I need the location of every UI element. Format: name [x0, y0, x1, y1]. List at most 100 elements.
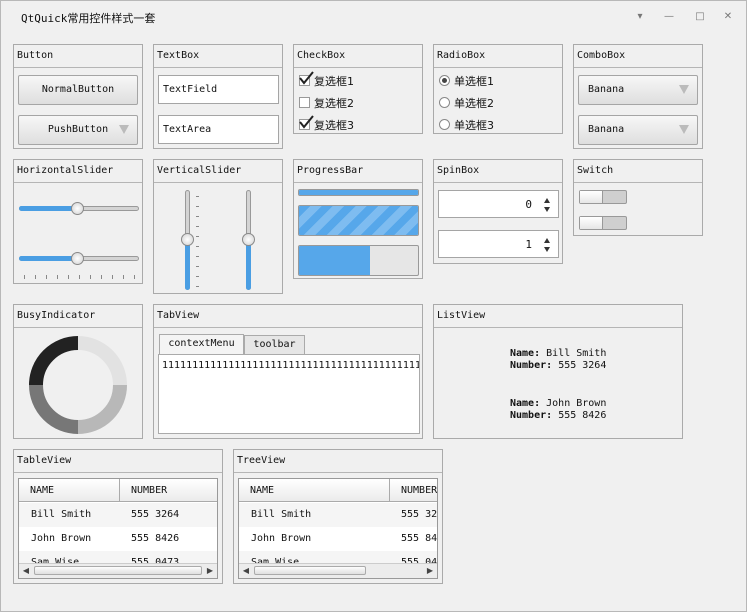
spin-down-icon[interactable]: [544, 247, 550, 252]
vslider-1-handle[interactable]: [181, 233, 194, 246]
tableview-group-title: TableView: [14, 450, 222, 473]
progressbar-group-title: ProgressBar: [294, 160, 422, 183]
radio-1-label: 单选框1: [454, 75, 494, 88]
hslider-2-fill: [19, 256, 79, 261]
tree-header-name[interactable]: NAME: [239, 479, 390, 502]
checkbox-group: CheckBox 复选框1 复选框2 复选框3: [293, 44, 423, 134]
text-area[interactable]: TextArea: [158, 115, 279, 144]
hslider-1-handle[interactable]: [71, 202, 84, 215]
scrollbar-thumb[interactable]: [34, 566, 202, 575]
tree-cell-name: Bill Smith: [251, 509, 312, 520]
progressbar-1-fill: [299, 190, 418, 195]
table-cell-number: 555 8426: [131, 533, 180, 544]
tableview-table: NAME NUMBER Bill Smith 555 3264 John Bro…: [18, 478, 218, 579]
vslider-2-handle[interactable]: [242, 233, 255, 246]
list-item[interactable]: Name: Bill Smith Number: 555 3264: [510, 348, 606, 372]
list-item-number-key: Number:: [510, 410, 553, 421]
tab-contextmenu[interactable]: contextMenu: [159, 334, 244, 354]
textbox-group-title: TextBox: [154, 45, 282, 68]
progressbar-2-fill: [299, 206, 418, 235]
scroll-left-icon[interactable]: ◀: [239, 564, 253, 577]
listview-group: ListView Name: Bill Smith Number: 555 32…: [433, 304, 683, 439]
push-button[interactable]: PushButton: [18, 115, 138, 145]
radio-2[interactable]: [439, 97, 450, 108]
tree-cell-number: 555 8426: [401, 533, 438, 544]
menu-dropdown-icon[interactable]: ▾: [630, 7, 650, 27]
combobox-group-title: ComboBox: [574, 45, 702, 68]
spin-down-icon[interactable]: [544, 207, 550, 212]
table-header-name[interactable]: NAME: [19, 479, 120, 502]
spin-up-icon[interactable]: [544, 198, 550, 203]
table-cell-number: 555 3264: [131, 509, 180, 520]
scroll-left-icon[interactable]: ◀: [19, 564, 33, 577]
textbox-group: TextBox TextField TextArea: [153, 44, 283, 149]
switch-1[interactable]: [579, 190, 627, 204]
radiobox-group: RadioBox 单选框1 单选框2 单选框3: [433, 44, 563, 134]
tree-horizontal-scrollbar[interactable]: ◀ ▶: [239, 563, 437, 578]
combobox-1-value: Banana: [588, 84, 625, 95]
main-window: QtQuick常用控件样式一套 ▾ — □ ✕ Button NormalBut…: [0, 0, 747, 612]
vslider-group: VerticalSlider: [153, 159, 283, 294]
switch-2[interactable]: [579, 216, 627, 230]
list-item[interactable]: Name: John Brown Number: 555 8426: [510, 398, 606, 422]
combobox-2[interactable]: Banana: [578, 115, 698, 145]
spinbox-1[interactable]: 0: [438, 190, 559, 218]
treeview-table: NAME NUMBER Bill Smith 555 3264 John Bro…: [238, 478, 438, 579]
treeview-group-title: TreeView: [234, 450, 442, 473]
radio-3[interactable]: [439, 119, 450, 130]
combobox-group: ComboBox Banana Banana: [573, 44, 703, 149]
list-item-name: Bill Smith: [546, 348, 607, 359]
table-header-number[interactable]: NUMBER: [120, 479, 217, 502]
checkbox-1-label: 复选框1: [314, 75, 354, 88]
table-row[interactable]: Bill Smith 555 3264: [19, 503, 217, 527]
chevron-down-icon: [119, 125, 129, 134]
scroll-right-icon[interactable]: ▶: [203, 564, 217, 577]
list-item-number-key: Number:: [510, 360, 553, 371]
minimize-icon[interactable]: —: [659, 7, 679, 27]
table-row[interactable]: John Brown 555 8426: [19, 527, 217, 551]
checkbox-1[interactable]: [299, 71, 314, 86]
table-horizontal-scrollbar[interactable]: ◀ ▶: [19, 563, 217, 578]
tab-content-text: 1111111111111111111111111111111111111111…: [162, 360, 419, 371]
hslider-2-handle[interactable]: [71, 252, 84, 265]
checkbox-3[interactable]: [299, 115, 314, 130]
switch-1-knob: [580, 191, 603, 203]
hslider-1-fill: [19, 206, 79, 211]
vslider-group-title: VerticalSlider: [154, 160, 282, 183]
checkmark-icon: [299, 115, 314, 129]
treeview-group: TreeView NAME NUMBER Bill Smith 555 3264…: [233, 449, 443, 584]
tabview-group: TabView contextMenu toolbar 111111111111…: [153, 304, 423, 439]
list-item-name: John Brown: [546, 398, 607, 409]
switch-group-title: Switch: [574, 160, 702, 183]
close-icon[interactable]: ✕: [718, 7, 738, 27]
scrollbar-thumb[interactable]: [254, 566, 366, 575]
spinbox-2-value: 1: [525, 238, 532, 251]
spin-up-icon[interactable]: [544, 238, 550, 243]
tree-row[interactable]: Bill Smith 555 3264: [239, 503, 437, 527]
combobox-1[interactable]: Banana: [578, 75, 698, 105]
tab-toolbar[interactable]: toolbar: [244, 335, 305, 354]
tab-content-panel: 1111111111111111111111111111111111111111…: [158, 354, 420, 434]
push-button-label: PushButton: [47, 124, 109, 135]
listview-group-title: ListView: [434, 305, 682, 328]
maximize-icon[interactable]: □: [690, 7, 710, 27]
tree-header-number[interactable]: NUMBER: [390, 479, 437, 502]
normal-button[interactable]: NormalButton: [18, 75, 138, 105]
radio-1[interactable]: [439, 75, 450, 86]
switch-group: Switch: [573, 159, 703, 236]
busy-group: BusyIndicator: [13, 304, 143, 439]
checkmark-icon: [299, 71, 314, 85]
window-title: QtQuick常用控件样式一套: [21, 12, 156, 25]
spinbox-2[interactable]: 1: [438, 230, 559, 258]
busy-group-title: BusyIndicator: [14, 305, 142, 328]
list-item-number: 555 8426: [558, 410, 607, 421]
text-field[interactable]: TextField: [158, 75, 279, 104]
hslider-group: HorizontalSlider: [13, 159, 143, 284]
scroll-right-icon[interactable]: ▶: [423, 564, 437, 577]
list-item-name-key: Name:: [510, 348, 541, 359]
chevron-down-icon: [679, 85, 689, 94]
tree-row[interactable]: John Brown 555 8426: [239, 527, 437, 551]
switch-2-knob: [580, 217, 603, 229]
combobox-2-value: Banana: [588, 124, 625, 135]
checkbox-2[interactable]: [299, 97, 310, 108]
